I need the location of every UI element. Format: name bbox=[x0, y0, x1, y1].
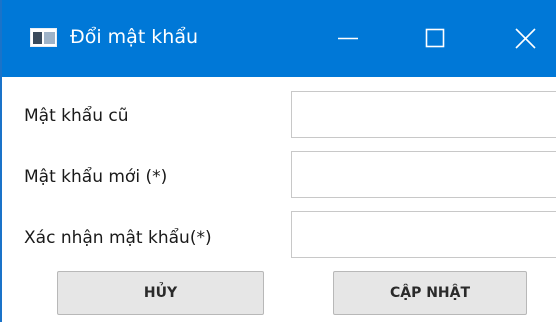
update-button[interactable]: CẬP NHẬT bbox=[333, 271, 527, 315]
close-button[interactable] bbox=[498, 0, 554, 77]
window-title: Đổi mật khẩu bbox=[70, 26, 199, 48]
maximize-icon bbox=[425, 28, 445, 48]
new-password-input[interactable] bbox=[291, 151, 556, 198]
minimize-button[interactable] bbox=[320, 0, 376, 77]
new-password-label: Mật khẩu mới (*) bbox=[24, 167, 168, 187]
change-password-window: Đổi mật khẩu Mật khẩu cũ Mật khẩu mới (*… bbox=[0, 0, 556, 322]
confirm-password-input[interactable] bbox=[291, 211, 556, 258]
app-window-icon bbox=[30, 28, 57, 47]
minimize-icon bbox=[338, 37, 358, 40]
cancel-button[interactable]: HỦY bbox=[57, 271, 264, 315]
close-icon bbox=[515, 28, 536, 49]
maximize-button[interactable] bbox=[407, 0, 463, 77]
old-password-label: Mật khẩu cũ bbox=[24, 106, 129, 126]
old-password-input[interactable] bbox=[291, 91, 556, 138]
confirm-password-label: Xác nhận mật khẩu(*) bbox=[24, 228, 212, 248]
title-bar[interactable]: Đổi mật khẩu bbox=[2, 0, 556, 77]
